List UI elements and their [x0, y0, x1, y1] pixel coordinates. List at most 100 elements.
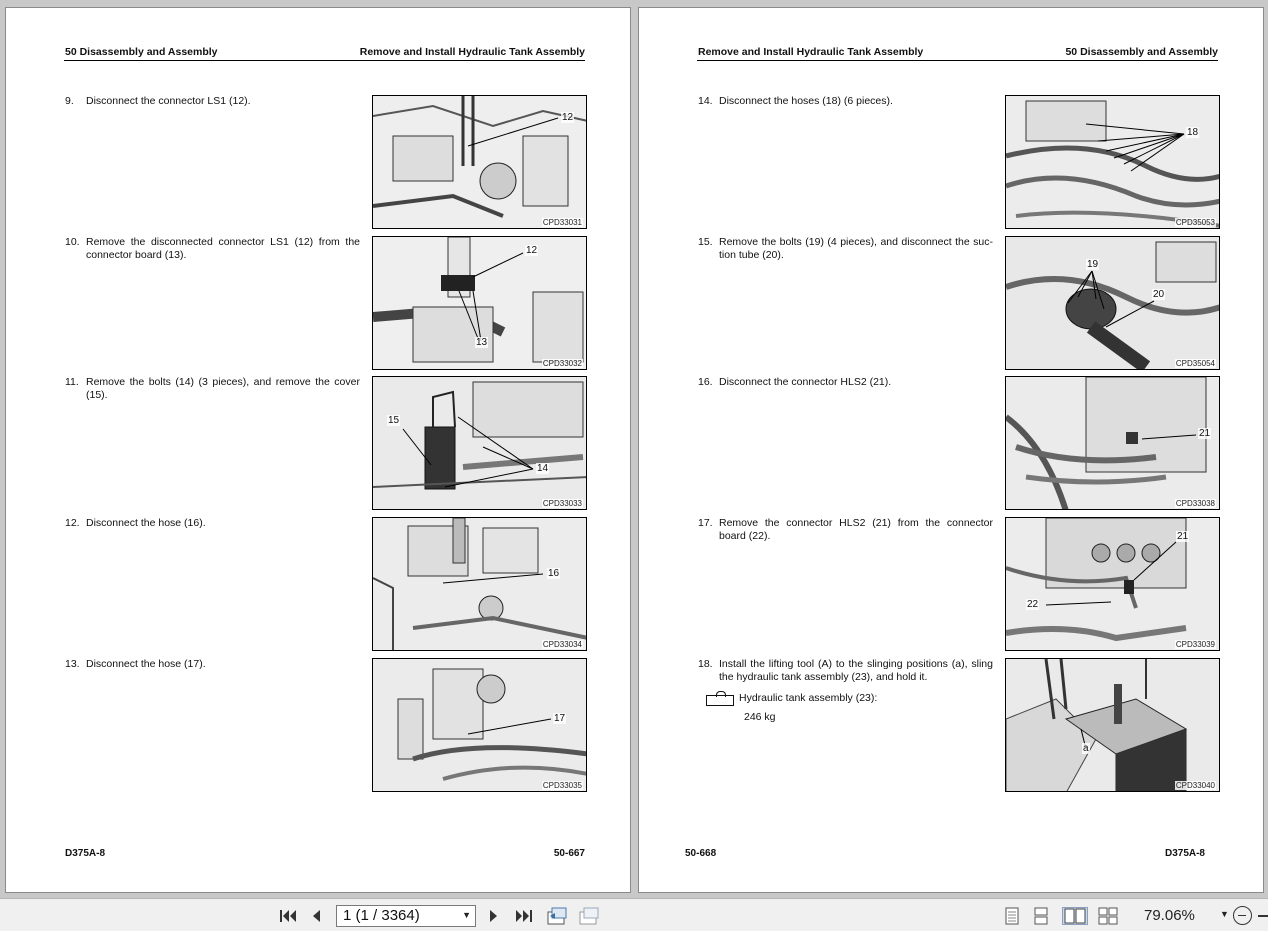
step-13: 13. Disconnect the hose (17).	[64, 658, 360, 672]
page-number-value: 1 (1 / 3364)	[343, 907, 420, 924]
figure-drawing	[373, 518, 586, 650]
weight-value: 246 kg	[744, 711, 776, 723]
step-text: Disconnect the hose (17).	[86, 658, 206, 670]
figure-drawing	[1006, 659, 1219, 791]
figure-cpd35053: 18 CPD35053	[1005, 95, 1220, 229]
pdf-page-left: 50 Disassembly and Assembly Remove and I…	[5, 7, 631, 893]
page-header: Remove and Install Hydraulic Tank Assemb…	[697, 46, 1218, 61]
step-16: 16. Disconnect the connector HLS2 (21).	[697, 376, 993, 390]
footer-page-number: 50-667	[553, 848, 585, 859]
callout-label: 12	[561, 112, 575, 123]
step-text: Install the lifting tool (A) to the slin…	[719, 658, 993, 683]
figure-code: CPD33033	[541, 499, 583, 508]
figure-code: CPD33039	[1174, 640, 1216, 649]
weight-icon	[706, 691, 734, 706]
callout-label: 20	[1152, 289, 1166, 300]
zoom-level[interactable]: 79.06%	[1144, 907, 1195, 924]
callout-label: a	[1082, 743, 1090, 754]
figure-drawing	[1006, 377, 1219, 509]
navigation-toolbar: 1 (1 / 3364) ▼ 79.06% ▼	[0, 898, 1268, 931]
callout-label: 21	[1198, 428, 1212, 439]
callout-label: 21	[1176, 531, 1190, 542]
step-text: Disconnect the hose (16).	[86, 517, 206, 529]
step-18: 18. Install the lifting tool (A) to the …	[697, 658, 993, 686]
step-text: Remove the disconnected connector LS1 (1…	[86, 236, 360, 261]
last-page-icon[interactable]	[514, 907, 534, 925]
previous-view-icon[interactable]	[546, 907, 568, 925]
step-14: 14. Disconnect the hoses (18) (6 pieces)…	[697, 95, 993, 109]
chevron-down-icon[interactable]: ▼	[462, 910, 471, 920]
step-12: 12. Disconnect the hose (16).	[64, 517, 360, 531]
header-title: Remove and Install Hydraulic Tank Assemb…	[698, 46, 924, 58]
figure-cpd33032: 12 13 CPD33032	[372, 236, 587, 370]
callout-label: 14	[536, 463, 550, 474]
step-15: 15. Remove the bolts (19) (4 pieces), an…	[697, 236, 993, 264]
figure-cpd33033: 15 14 CPD33033	[372, 376, 587, 510]
figure-code: CPD33034	[541, 640, 583, 649]
prev-page-icon[interactable]	[308, 907, 324, 925]
step-text: Remove the connector HLS2 (21) from the …	[719, 517, 993, 542]
figure-cpd33035: 17 CPD33035	[372, 658, 587, 792]
step-text: Remove the bolts (14) (3 pieces), and re…	[86, 376, 360, 401]
figure-code: CPD33040	[1174, 781, 1216, 790]
step-11: 11. Remove the bolts (14) (3 pieces), an…	[64, 376, 360, 404]
single-page-view-icon[interactable]	[1003, 907, 1021, 925]
figure-code: CPD33038	[1174, 499, 1216, 508]
header-section: 50 Disassembly and Assembly	[65, 46, 218, 58]
figure-cpd33038: 21 CPD33038	[1005, 376, 1220, 510]
figure-drawing	[373, 377, 586, 509]
step-number: 10.	[65, 236, 80, 248]
next-page-icon[interactable]	[486, 907, 502, 925]
figure-drawing	[1006, 96, 1219, 228]
callout-label: 22	[1026, 599, 1040, 610]
footer-model: D375A-8	[65, 848, 106, 859]
continuous-view-icon[interactable]	[1032, 907, 1050, 925]
figure-drawing	[373, 96, 586, 228]
header-section: 50 Disassembly and Assembly	[1065, 46, 1218, 58]
step-number: 12.	[65, 517, 80, 529]
callout-label: 19	[1086, 259, 1100, 270]
step-number: 14.	[698, 95, 713, 107]
weight-label: Hydraulic tank assembly (23):	[739, 692, 878, 704]
zoom-out-icon[interactable]	[1233, 906, 1252, 925]
callout-label: 12	[525, 245, 539, 256]
step-number: 15.	[698, 236, 713, 248]
page-number-field[interactable]: 1 (1 / 3364) ▼	[336, 905, 476, 927]
step-number: 17.	[698, 517, 713, 529]
step-10: 10. Remove the disconnected connector LS…	[64, 236, 360, 264]
step-number: 11.	[65, 376, 79, 388]
chevron-down-icon[interactable]: ▼	[1220, 909, 1229, 919]
step-number: 9.	[65, 95, 74, 107]
figure-drawing	[373, 659, 586, 791]
figure-cpd33034: 16 CPD33034	[372, 517, 587, 651]
facing-view-icon[interactable]	[1062, 907, 1088, 925]
footer-page-number: 50-668	[685, 848, 717, 859]
figure-code: CPD33035	[541, 781, 583, 790]
header-title: Remove and Install Hydraulic Tank Assemb…	[359, 46, 585, 58]
zoom-slider-edge[interactable]	[1258, 915, 1268, 917]
figure-cpd33039: 21 22 CPD33039	[1005, 517, 1220, 651]
continuous-facing-view-icon[interactable]	[1097, 907, 1119, 925]
callout-label: 15	[387, 415, 401, 426]
step-text: Disconnect the connector LS1 (12).	[86, 95, 251, 107]
callout-label: 16	[547, 568, 561, 579]
figure-code: CPD35053	[1174, 218, 1216, 227]
step-number: 13.	[65, 658, 80, 670]
step-text: Remove the bolts (19) (4 pieces), and di…	[719, 236, 993, 261]
footer-model: D375A-8	[1164, 848, 1205, 859]
figure-cpd33031: 12 CPD33031	[372, 95, 587, 229]
figure-code: CPD33031	[541, 218, 583, 227]
step-text: Disconnect the connector HLS2 (21).	[719, 376, 892, 388]
page-header: 50 Disassembly and Assembly Remove and I…	[64, 46, 585, 61]
step-9: 9. Disconnect the connector LS1 (12).	[64, 95, 360, 109]
figure-drawing	[1006, 237, 1219, 369]
first-page-icon[interactable]	[278, 907, 298, 925]
callout-label: 13	[475, 337, 489, 348]
figure-cpd35054: 19 20 CPD35054	[1005, 236, 1220, 370]
figure-cpd33040: a CPD33040	[1005, 658, 1220, 792]
figure-drawing	[373, 237, 586, 369]
figure-code: CPD35054	[1174, 359, 1216, 368]
callout-label: 18	[1186, 127, 1200, 138]
document-viewer[interactable]: 50 Disassembly and Assembly Remove and I…	[0, 0, 1268, 898]
next-view-icon[interactable]	[578, 907, 600, 925]
